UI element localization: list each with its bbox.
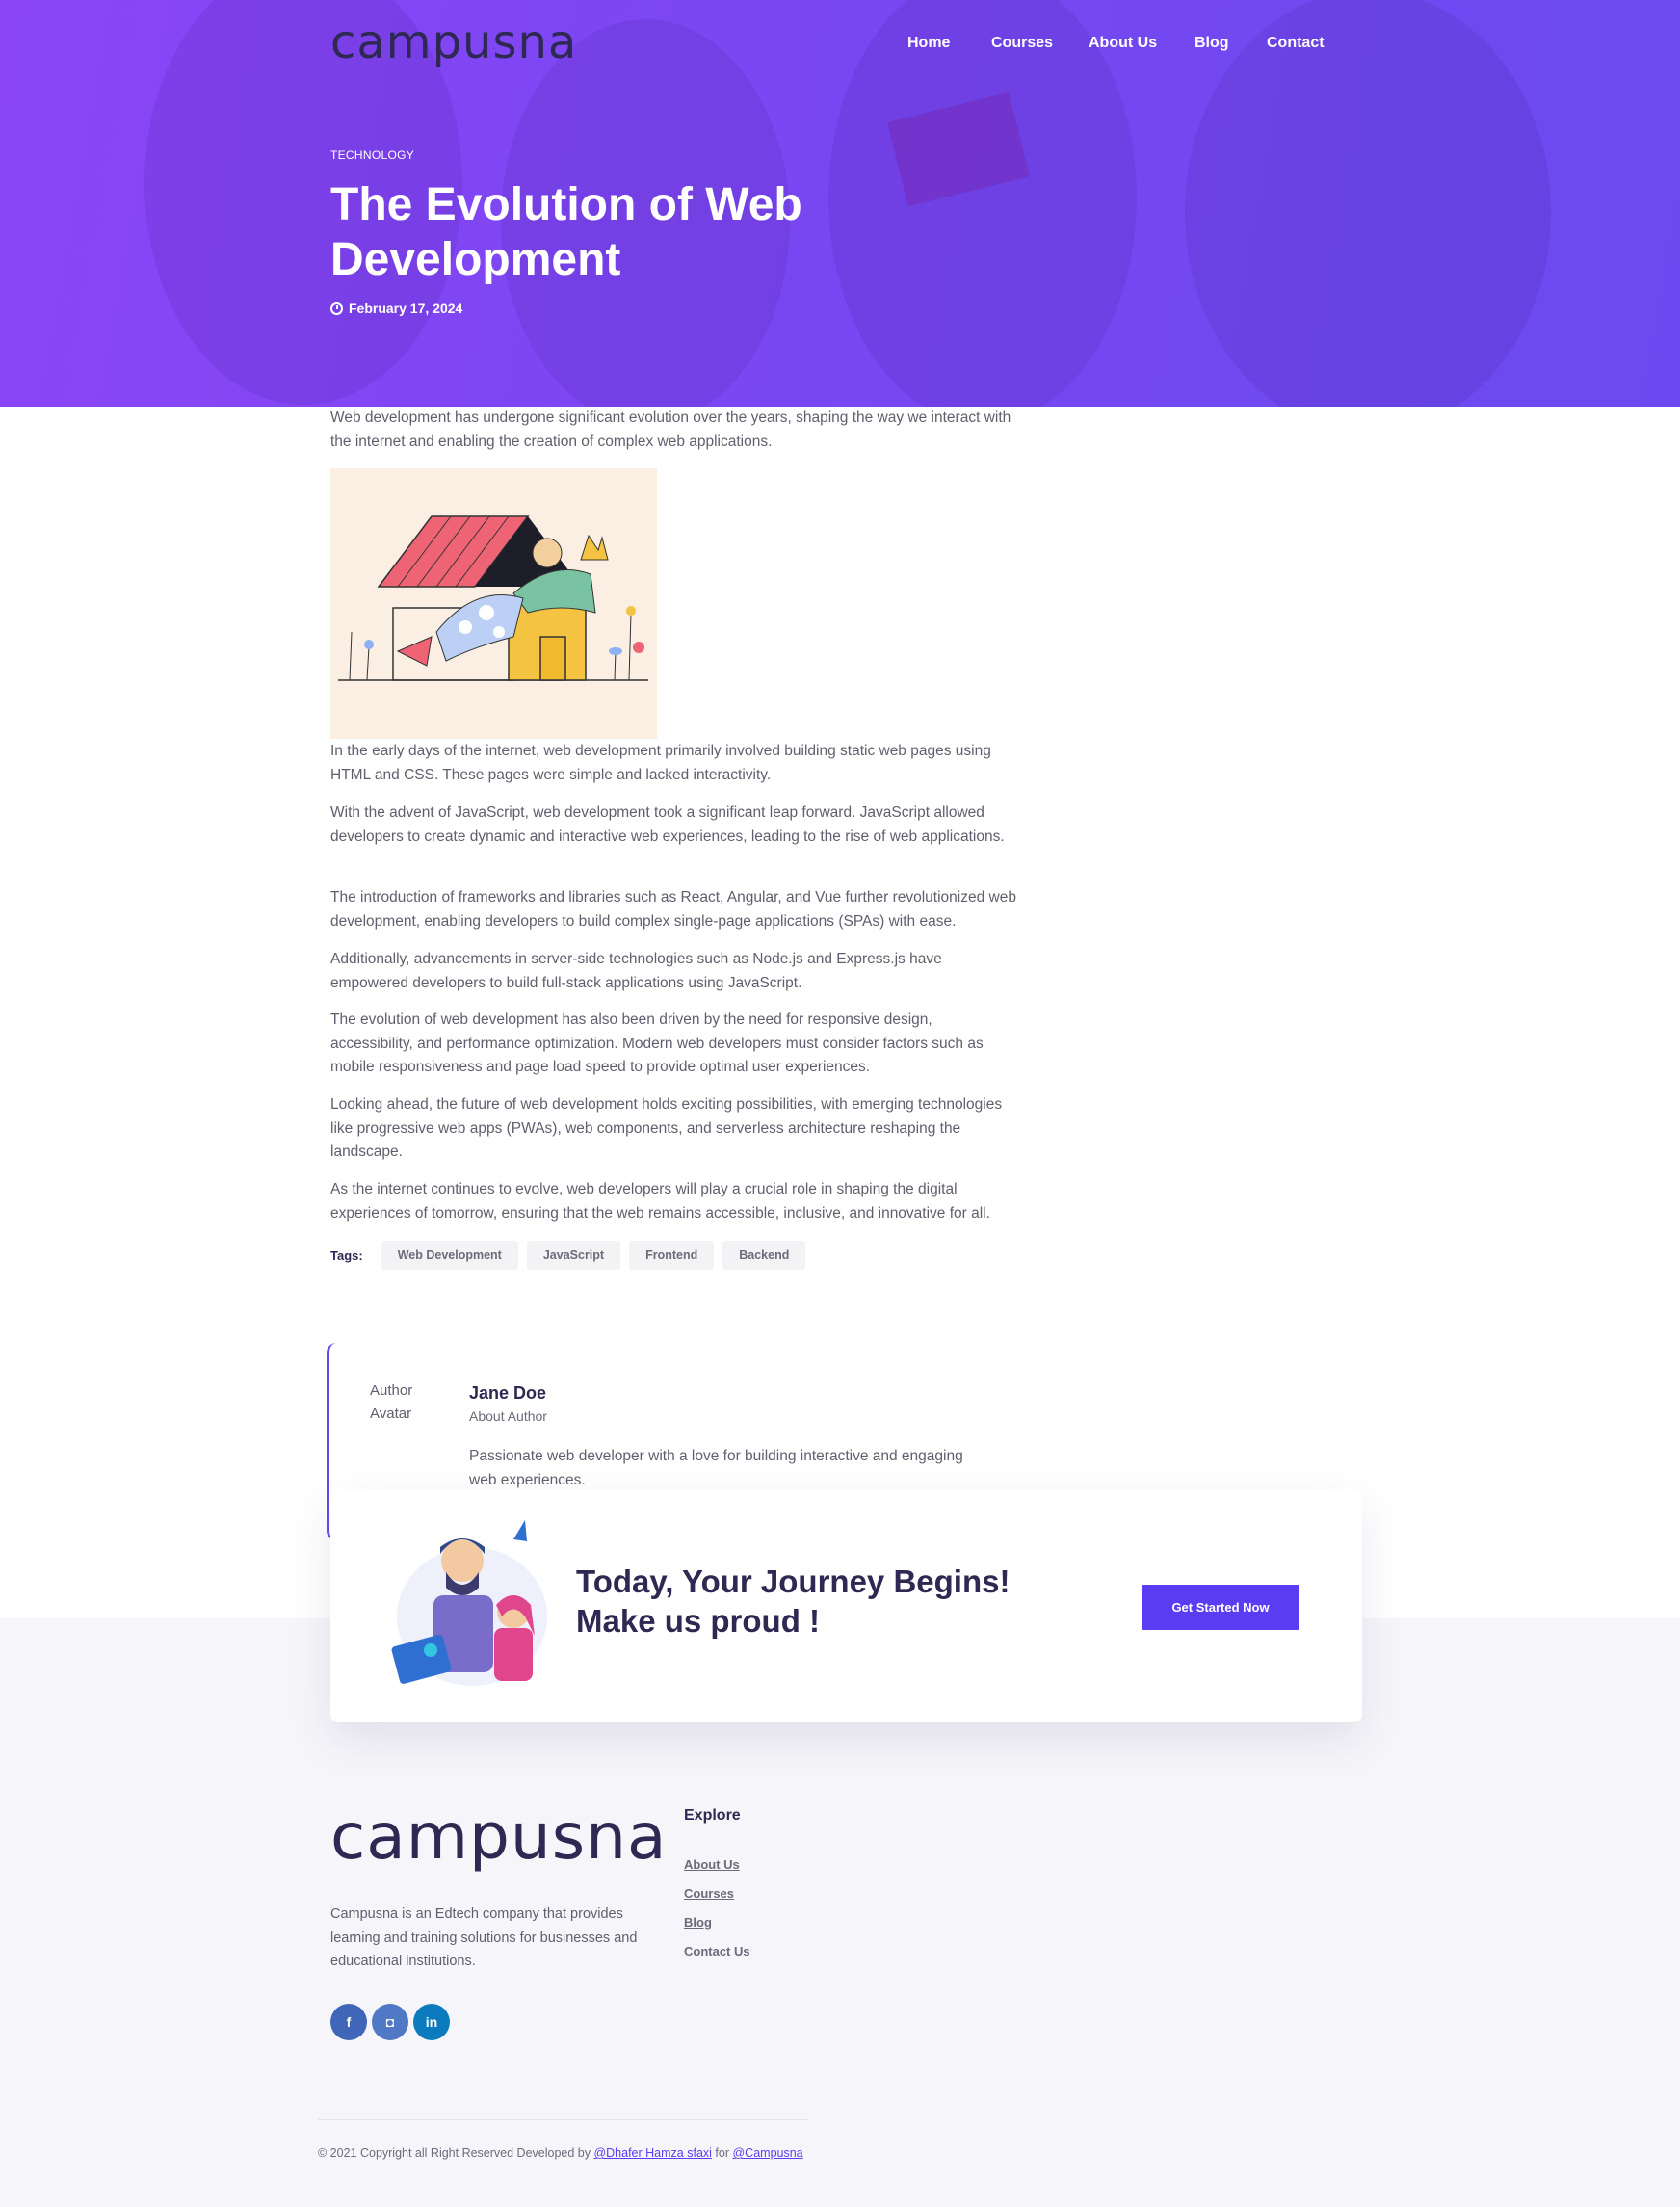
- copyright-brand-link[interactable]: @Campusna: [732, 2146, 802, 2160]
- hero-banner: campusna Home Courses About Us Blog Cont…: [0, 0, 1680, 407]
- nav-courses[interactable]: Courses: [991, 35, 1053, 52]
- house-illustration: [338, 515, 648, 681]
- footer-link-about-us[interactable]: About Us: [684, 1857, 740, 1872]
- cta-title: Today, Your Journey Begins! Make us prou…: [576, 1562, 1038, 1641]
- footer-divider: [318, 2119, 807, 2120]
- cta-title-line1: Today, Your Journey Begins!: [576, 1563, 1011, 1599]
- article-paragraph: Additionally, advancements in server-sid…: [330, 951, 942, 991]
- article-paragraph: As the internet continues to evolve, web…: [330, 1181, 990, 1222]
- copyright-author-link[interactable]: @Dhafer Hamza sfaxi: [593, 2146, 711, 2160]
- nav-about-us[interactable]: About Us: [1089, 35, 1157, 52]
- footer-link-blog[interactable]: Blog: [684, 1915, 712, 1930]
- article-paragraph: Looking ahead, the future of web develop…: [330, 1096, 1003, 1160]
- cta-illustration: [391, 1520, 547, 1686]
- linkedin-icon[interactable]: in: [413, 2004, 450, 2040]
- footer-link-contact-us[interactable]: Contact Us: [684, 1944, 750, 1958]
- cta-card: Today, Your Journey Begins! Make us prou…: [330, 1489, 1362, 1722]
- article-paragraph: The evolution of web development has als…: [330, 1012, 984, 1075]
- tag-frontend[interactable]: Frontend: [629, 1241, 715, 1270]
- instagram-icon[interactable]: ◘: [372, 2004, 408, 2040]
- footer-logo[interactable]: campusna: [330, 1800, 667, 1874]
- article-date: February 17, 2024: [330, 301, 462, 316]
- author-avatar: Author Avatar: [370, 1382, 413, 1422]
- article-paragraph: With the advent of JavaScript, web devel…: [330, 804, 1005, 845]
- tag-backend[interactable]: Backend: [722, 1241, 806, 1270]
- article-date-text: February 17, 2024: [349, 301, 463, 316]
- article-paragraph: The introduction of frameworks and libra…: [330, 889, 1016, 930]
- article-intro: Web development has undergone significan…: [330, 409, 1011, 450]
- social-links: f ◘ in: [330, 2004, 450, 2040]
- facebook-icon[interactable]: f: [330, 2004, 367, 2040]
- get-started-button[interactable]: Get Started Now: [1142, 1585, 1299, 1630]
- explore-heading: Explore: [684, 1807, 741, 1824]
- nav-contact[interactable]: Contact: [1267, 35, 1325, 52]
- author-role: About Author: [469, 1408, 547, 1424]
- author-bio: Passionate web developer with a love for…: [469, 1448, 963, 1488]
- tag-javascript[interactable]: JavaScript: [526, 1241, 621, 1270]
- cta-title-line2: Make us proud !: [576, 1603, 821, 1639]
- author-name: Jane Doe: [469, 1383, 547, 1403]
- copyright: © 2021 Copyright all Right Reserved Deve…: [318, 2146, 803, 2160]
- tag-web-development[interactable]: Web Development: [381, 1241, 518, 1270]
- footer-description: Campusna is an Edtech company that provi…: [330, 1906, 638, 1969]
- copyright-prefix: © 2021 Copyright all Right Reserved Deve…: [318, 2146, 591, 2160]
- nav-home[interactable]: Home: [907, 35, 950, 52]
- clock-icon: [330, 302, 343, 315]
- footer-link-courses[interactable]: Courses: [684, 1886, 734, 1901]
- hero-photo-figure: [1185, 0, 1551, 407]
- article-paragraph: In the early days of the internet, web d…: [330, 743, 991, 783]
- article-illustration: [330, 468, 657, 739]
- tags-label: Tags:: [330, 1248, 363, 1263]
- nav-blog[interactable]: Blog: [1194, 35, 1229, 52]
- article-tags: Tags: Web Development JavaScript Fronten…: [330, 1241, 806, 1270]
- article-category: TECHNOLOGY: [330, 148, 415, 162]
- article-title: The Evolution of Web Development: [330, 179, 802, 285]
- site-logo[interactable]: campusna: [330, 15, 577, 69]
- copyright-for: for: [715, 2146, 729, 2160]
